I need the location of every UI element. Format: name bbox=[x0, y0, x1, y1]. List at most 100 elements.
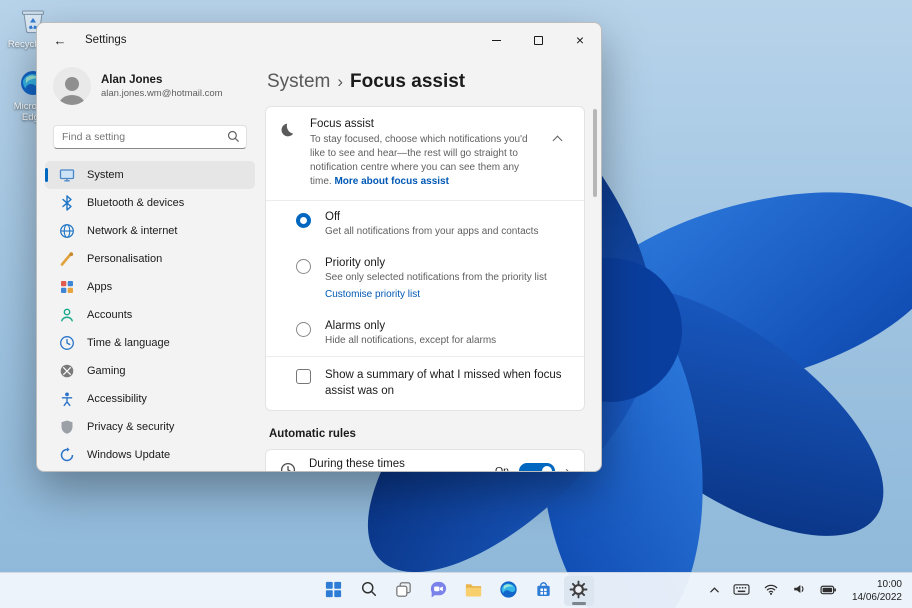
collapse-expander-button[interactable] bbox=[544, 126, 570, 152]
accessibility-icon bbox=[59, 391, 75, 407]
settings-button[interactable] bbox=[563, 575, 594, 606]
sidebar-item-accounts[interactable]: Accounts bbox=[45, 301, 255, 329]
hidden-icons-button[interactable] bbox=[707, 577, 722, 605]
sidebar-item-label: Personalisation bbox=[87, 253, 163, 265]
more-about-focus-assist-link[interactable]: More about focus assist bbox=[334, 176, 448, 187]
sidebar-item-system[interactable]: System bbox=[45, 161, 255, 189]
chat-button[interactable] bbox=[424, 576, 454, 606]
summary-checkbox[interactable] bbox=[296, 369, 311, 384]
touch-keyboard-button[interactable] bbox=[731, 577, 752, 605]
rule-title: During these times bbox=[309, 458, 405, 471]
profile-email: alan.jones.wm@hotmail.com bbox=[101, 87, 223, 99]
automatic-rules-heading: Automatic rules bbox=[269, 428, 356, 441]
sidebar-item-label: Bluetooth & devices bbox=[87, 197, 185, 209]
file-explorer-button[interactable] bbox=[459, 576, 489, 606]
chevron-up-icon bbox=[709, 585, 720, 597]
update-icon bbox=[59, 447, 75, 463]
file-explorer-icon bbox=[464, 580, 483, 602]
account-profile[interactable]: Alan Jones alan.jones.wm@hotmail.com bbox=[37, 59, 263, 113]
sidebar-item-label: Apps bbox=[87, 281, 113, 293]
sidebar-item-label: System bbox=[87, 169, 124, 181]
person-icon bbox=[59, 307, 75, 323]
option-description: Get all notifications from your apps and… bbox=[325, 226, 539, 237]
edge-button[interactable] bbox=[494, 576, 524, 606]
sidebar-item-privacy-security[interactable]: Privacy & security bbox=[45, 413, 255, 441]
minimize-button[interactable] bbox=[475, 23, 517, 57]
focus-assist-description: To stay focused, choose which notificati… bbox=[310, 133, 531, 189]
radio-off[interactable] bbox=[296, 213, 311, 228]
bluetooth-icon bbox=[59, 195, 75, 211]
store-icon bbox=[534, 580, 553, 602]
scrollbar-thumb[interactable] bbox=[593, 109, 597, 197]
sidebar-item-label: Gaming bbox=[87, 365, 126, 377]
minimize-icon bbox=[491, 39, 501, 41]
toggle-state-label: On bbox=[495, 465, 509, 471]
summary-checkbox-label: Show a summary of what I missed when foc… bbox=[325, 369, 562, 397]
clock-time: 10:00 bbox=[876, 578, 902, 590]
option-priority-only[interactable]: Priority only See only selected notifica… bbox=[266, 247, 584, 310]
option-off[interactable]: Off Get all notifications from your apps… bbox=[266, 201, 584, 247]
chat-icon bbox=[429, 580, 448, 602]
store-button[interactable] bbox=[529, 576, 559, 606]
rule-toggle[interactable] bbox=[519, 463, 555, 471]
sidebar-item-time-language[interactable]: Time & language bbox=[45, 329, 255, 357]
moon-icon bbox=[280, 122, 297, 142]
summary-option-row[interactable]: Show a summary of what I missed when foc… bbox=[266, 356, 584, 410]
sidebar-item-label: Accounts bbox=[87, 309, 133, 321]
option-label: Priority only bbox=[325, 257, 386, 269]
network-tray-button[interactable] bbox=[761, 577, 781, 605]
taskbar-search-button[interactable] bbox=[354, 576, 384, 606]
close-button[interactable]: × bbox=[559, 23, 601, 57]
search-icon bbox=[360, 580, 378, 601]
settings-main-pane: System › Focus assist Focus assist To st… bbox=[263, 57, 601, 471]
radio-alarms-only[interactable] bbox=[296, 322, 311, 337]
sidebar-item-label: Privacy & security bbox=[87, 421, 175, 433]
apps-grid-icon bbox=[59, 279, 75, 295]
breadcrumb-parent[interactable]: System bbox=[267, 71, 330, 93]
option-alarms-only[interactable]: Alarms only Hide all notifications, exce… bbox=[266, 310, 584, 356]
settings-window: ← Settings × Alan Jones alan.jones.wm@ho… bbox=[36, 22, 602, 472]
sidebar-item-label: Windows Update bbox=[87, 449, 171, 461]
volume-tray-button[interactable] bbox=[790, 577, 809, 605]
focus-assist-card: Focus assist To stay focused, choose whi… bbox=[265, 106, 585, 412]
back-button[interactable]: ← bbox=[45, 26, 75, 54]
task-view-icon bbox=[394, 580, 413, 602]
wifi-icon bbox=[763, 582, 779, 599]
customise-priority-list-link[interactable]: Customise priority list bbox=[325, 289, 547, 300]
battery-tray-button[interactable] bbox=[818, 577, 839, 605]
clock-date: 14/06/2022 bbox=[851, 591, 902, 603]
start-button[interactable] bbox=[319, 576, 349, 606]
task-view-button[interactable] bbox=[389, 576, 419, 606]
taskbar: 10:00 14/06/2022 bbox=[0, 572, 912, 608]
sidebar-item-bluetooth-devices[interactable]: Bluetooth & devices bbox=[45, 189, 255, 217]
settings-nav: System Bluetooth & devices Network & int… bbox=[37, 161, 263, 469]
sidebar-item-label: Accessibility bbox=[87, 393, 147, 405]
shield-icon bbox=[59, 419, 75, 435]
radio-priority-only[interactable] bbox=[296, 259, 311, 274]
avatar bbox=[53, 67, 91, 105]
rule-during-these-times[interactable]: During these times 23:00 - 07:00; Priori… bbox=[265, 449, 585, 471]
taskbar-clock[interactable]: 10:00 14/06/2022 bbox=[848, 578, 906, 604]
desktop: Recycle Bin Microsoft Edge ← Settings × bbox=[0, 0, 912, 608]
display-icon bbox=[59, 167, 75, 183]
option-description: See only selected notifications from the… bbox=[325, 272, 547, 283]
sidebar-item-accessibility[interactable]: Accessibility bbox=[45, 385, 255, 413]
sidebar-item-personalisation[interactable]: Personalisation bbox=[45, 245, 255, 273]
sidebar-item-network-internet[interactable]: Network & internet bbox=[45, 217, 255, 245]
option-label: Off bbox=[325, 211, 341, 223]
sidebar-item-label: Network & internet bbox=[87, 225, 178, 237]
option-label: Alarms only bbox=[325, 320, 386, 332]
breadcrumb: System › Focus assist bbox=[267, 71, 585, 93]
xbox-icon bbox=[59, 363, 75, 379]
page-title: Focus assist bbox=[350, 71, 466, 92]
globe-icon bbox=[59, 223, 75, 239]
chevron-right-icon: › bbox=[565, 464, 570, 471]
toggle-knob bbox=[542, 466, 552, 471]
maximize-button[interactable] bbox=[517, 23, 559, 57]
gear-icon bbox=[569, 580, 588, 602]
sidebar-item-apps[interactable]: Apps bbox=[45, 273, 255, 301]
focus-assist-expander[interactable]: Focus assist To stay focused, choose whi… bbox=[266, 107, 584, 201]
sidebar-item-windows-update[interactable]: Windows Update bbox=[45, 441, 255, 469]
search-input[interactable] bbox=[53, 125, 247, 149]
sidebar-item-gaming[interactable]: Gaming bbox=[45, 357, 255, 385]
